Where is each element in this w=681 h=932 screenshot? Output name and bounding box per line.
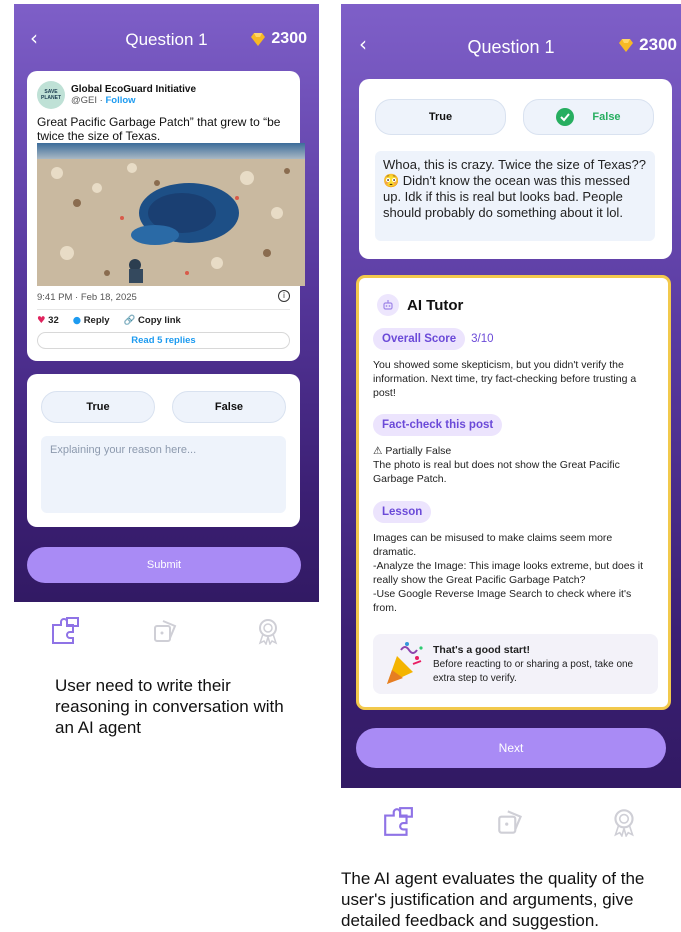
puzzle-icon[interactable] <box>382 807 414 837</box>
coin-balance: 2300 <box>250 30 307 48</box>
puzzle-icon[interactable] <box>50 616 80 645</box>
copy-link-action[interactable]: 🔗 Copy link <box>124 315 181 326</box>
lesson-line-2: -Analyze the Image: This image looks ext… <box>373 560 644 586</box>
tweet-image[interactable] <box>37 143 305 286</box>
gem-icon <box>618 37 634 53</box>
reply-icon: ● <box>72 315 82 326</box>
factcheck-pill[interactable]: Fact-check this post <box>373 414 503 436</box>
answer-card: True False Whoa, this is crazy. Twice th… <box>359 79 672 259</box>
true-option-button[interactable]: True <box>375 99 506 135</box>
party-popper-icon <box>383 640 425 691</box>
score-value: 3/10 <box>471 333 494 345</box>
lesson-line-1: Images can be misused to make claims see… <box>373 532 613 558</box>
handle-row: @GEI · Follow <box>71 95 196 106</box>
tweet-actions: ♥ 32 ● Reply 🔗 Copy link <box>37 315 181 326</box>
lesson-row: Lesson <box>373 501 658 523</box>
read-replies-button[interactable]: Read 5 replies <box>37 332 290 349</box>
org-name[interactable]: Global EcoGuard Initiative <box>71 84 196 95</box>
score-feedback: You showed some skepticism, but you didn… <box>373 359 637 399</box>
lesson-pill: Lesson <box>373 501 432 523</box>
top-bar: ‹ Question 1 2300 <box>14 4 319 74</box>
answer-card: True False Explaining your reason here..… <box>27 374 300 527</box>
reply-action[interactable]: ● Reply <box>73 315 110 326</box>
tweet-text: Great Pacific Garbage Patch” that grew t… <box>37 115 281 143</box>
false-option-button[interactable]: False <box>172 391 286 423</box>
factcheck-text: The photo is real but does not show the … <box>373 459 620 485</box>
factcheck-row: Fact-check this post <box>373 414 658 436</box>
coin-count: 2300 <box>271 30 307 47</box>
overall-score-pill: Overall Score <box>373 328 466 350</box>
user-comment: Whoa, this is crazy. Twice the size of T… <box>375 151 655 241</box>
tweet-header: SAVE PLANET Global EcoGuard Initiative @… <box>27 71 300 109</box>
factcheck-status: ⚠ Partially False <box>373 445 452 457</box>
gem-icon <box>250 31 266 47</box>
dice-icon[interactable] <box>151 617 181 645</box>
reason-input[interactable]: Explaining your reason here... <box>41 436 286 513</box>
avatar[interactable]: SAVE PLANET <box>37 81 65 109</box>
bottom-nav <box>341 788 681 856</box>
info-icon[interactable]: i <box>278 290 290 302</box>
badge-icon[interactable] <box>608 807 640 837</box>
follow-link[interactable]: Follow <box>105 95 135 106</box>
tweet-timestamp: 9:41 PM · Feb 18, 2025 <box>37 292 137 303</box>
copy-link-label: Copy link <box>138 315 181 326</box>
divider <box>37 309 290 310</box>
top-bar: ‹ Question 1 2300 <box>341 4 681 79</box>
false-option-label: False <box>592 111 621 123</box>
handle-separator: · <box>99 95 103 106</box>
encouragement-box: That's a good start! Before reacting to … <box>373 634 658 694</box>
link-icon: 🔗 <box>123 315 136 326</box>
right-caption: The AI agent evaluates the quality of th… <box>341 869 645 930</box>
coin-count: 2300 <box>639 35 677 54</box>
tweet-author: Global EcoGuard Initiative @GEI · Follow <box>71 84 196 106</box>
left-phone-screen: ‹ Question 1 2300 SAVE PLANET Global Eco… <box>14 4 319 659</box>
submit-button[interactable]: Submit <box>27 547 301 583</box>
left-caption: User need to write their reasoning in co… <box>55 676 284 737</box>
encouragement-text: That's a good start! Before reacting to … <box>433 643 658 686</box>
right-phone-screen: ‹ Question 1 2300 True False Whoa, this … <box>341 4 681 856</box>
reply-label: Reply <box>83 315 110 326</box>
tutor-title: AI Tutor <box>407 296 464 314</box>
robot-icon <box>377 294 399 316</box>
coin-balance: 2300 <box>618 35 677 55</box>
encouragement-title: That's a good start! <box>433 644 531 656</box>
badge-icon[interactable] <box>253 617 283 645</box>
like-count: 32 <box>48 315 59 326</box>
bottom-nav <box>14 602 319 659</box>
page: ‹ Question 1 2300 SAVE PLANET Global Eco… <box>0 0 681 932</box>
check-icon <box>556 108 575 126</box>
lesson-line-3: -Use Google Reverse Image Search to chec… <box>373 588 632 614</box>
tweet-card: SAVE PLANET Global EcoGuard Initiative @… <box>27 71 305 361</box>
score-row: Overall Score 3/10 <box>373 328 658 350</box>
next-button[interactable]: Next <box>356 728 666 768</box>
dice-icon[interactable] <box>495 807 527 837</box>
handle: @GEI <box>71 95 98 106</box>
true-option-button[interactable]: True <box>41 391 155 423</box>
ai-tutor-panel: AI Tutor Overall Score 3/10 You showed so… <box>356 275 671 710</box>
tutor-header: AI Tutor <box>377 294 463 316</box>
heart-icon: ♥ <box>37 315 46 326</box>
false-option-button[interactable]: False <box>523 99 654 135</box>
like-action[interactable]: ♥ 32 <box>37 315 59 326</box>
encouragement-body: Before reacting to or sharing a post, ta… <box>433 659 634 684</box>
